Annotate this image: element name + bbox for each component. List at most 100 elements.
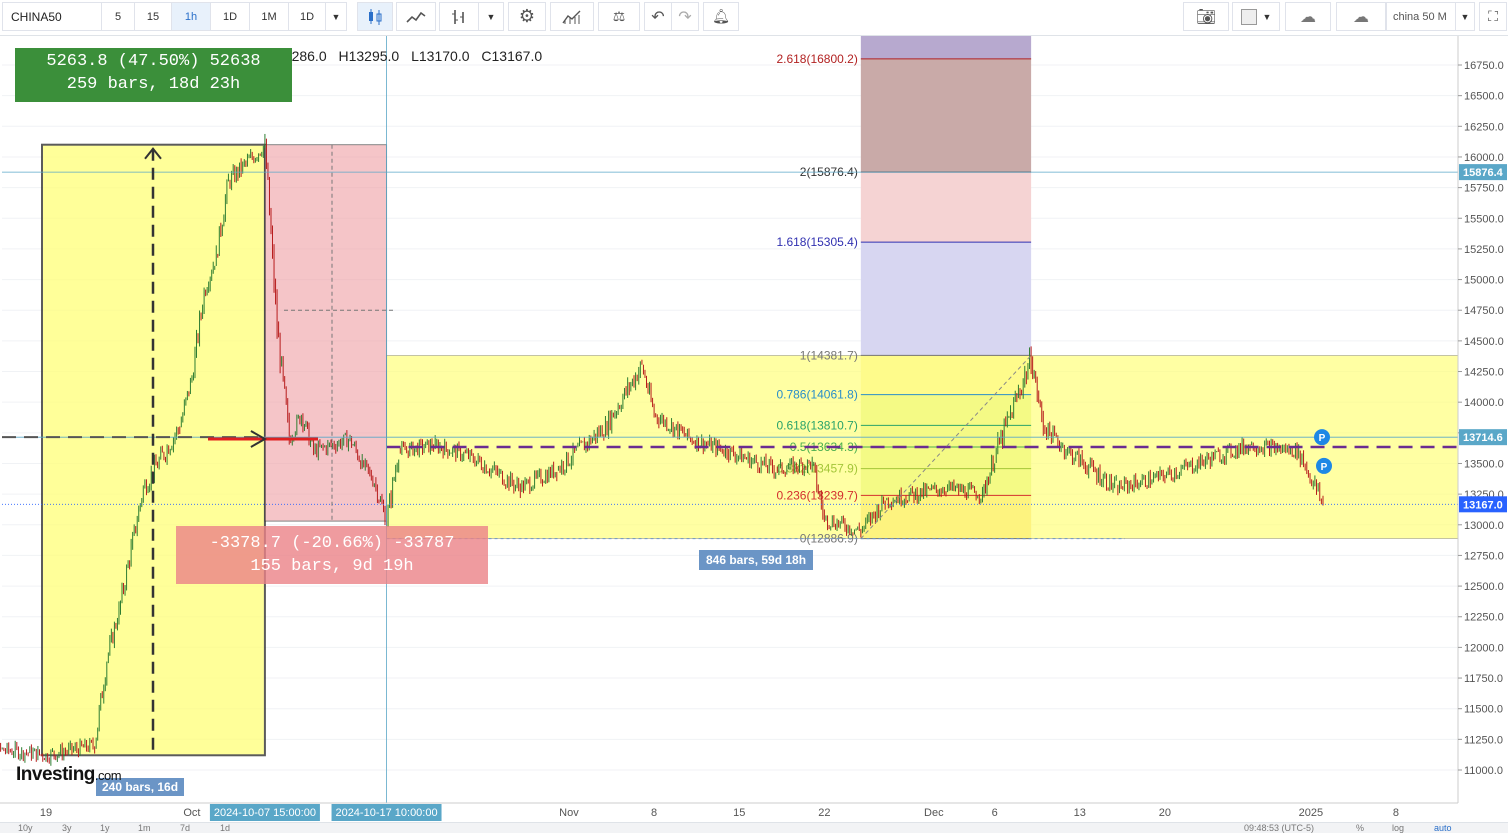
time-tick-label: 8 [1393,807,1399,819]
fib-level-label: 0.618(13810.7) [776,418,857,432]
price-tag-label: 13714.6 [1463,432,1503,444]
gear-icon: ⚙ [518,6,536,26]
interval-dropdown-button[interactable]: ▼ [325,2,347,31]
price-tick-label: 13000.0 [1464,520,1504,532]
measure-up-change: 5263.8 (47.50%) 52638 [46,52,261,71]
price-tick-label: 11250.0 [1464,734,1503,746]
price-tick-label: 14250.0 [1464,367,1504,379]
time-tick-label: 20 [1159,807,1171,819]
price-tick-label: 12250.0 [1464,612,1504,624]
chart-style-dropdown[interactable]: ▼ [478,2,504,31]
square-icon [1240,8,1257,25]
chevron-down-icon: ▼ [1460,11,1470,22]
price-tick-label: 14750.0 [1464,305,1504,317]
indicators-button[interactable] [550,2,594,31]
area-style-button[interactable] [396,2,436,31]
price-tag-label: 15876.4 [1463,167,1504,179]
layout-name-field[interactable]: china 50 M [1386,2,1456,31]
alert-button[interactable]: 🔔︎ [703,2,739,31]
undo-icon: ↶ [651,8,665,26]
price-tick-label: 15500.0 [1464,213,1504,225]
symbol-search-input[interactable]: CHINA50 [2,2,102,31]
price-tick-label: 11500.0 [1464,704,1503,716]
interval-custom-button[interactable]: 1D [288,2,326,31]
time-highlight-label: 2024-10-07 15:00:00 [214,807,316,819]
ohlc-low: L13170.0 [411,48,470,64]
fib-level-label: 1.618(15305.4) [776,235,857,249]
bottom-bar: 10y 3y 1y 1m 7d 1d 09:48:53 (UTC-5) % lo… [0,822,1508,833]
interval-1h-button[interactable]: 1h [171,2,211,31]
price-tick-label: 13500.0 [1464,458,1504,470]
color-picker-button[interactable]: ▼ [1232,2,1280,31]
price-tick-label: 12500.0 [1464,581,1504,593]
measure-down-box[interactable]: -3378.7 (-20.66%) -33787 155 bars, 9d 19… [176,526,488,584]
range-bars-label: 846 bars, 59d 18h [699,550,814,570]
chevron-down-icon: ▼ [1262,11,1272,22]
ohlc-legend: 13286.0 H13295.0 L13170.0 C13167.0 [276,48,550,64]
bell-icon: 🔔︎ [712,8,730,24]
measure-down-bars: 155 bars, 9d 19h [250,557,414,576]
time-tick-label: Dec [924,807,944,819]
screenshot-button[interactable]: 📷︎ [1183,2,1229,31]
candles-style-button[interactable] [357,2,393,31]
compare-button[interactable]: ⚖ [598,2,640,31]
ohlc-high: H13295.0 [338,48,400,64]
price-tick-label: 11750.0 [1464,673,1503,685]
fib-level-label: 0.786(14061.8) [776,388,857,402]
price-tick-label: 16750.0 [1464,60,1504,72]
redo-button[interactable]: ↷ [671,2,699,31]
time-tick-label: 6 [992,807,998,819]
redo-icon: ↷ [678,8,692,26]
undo-button[interactable]: ↶ [644,2,672,31]
cloud-download-icon: ☁ [1300,8,1316,26]
fib-level-label: 2.618(16800.2) [776,52,857,66]
fib-band [860,36,1032,59]
price-tick-label: 12750.0 [1464,550,1504,562]
indicators-icon [562,10,581,24]
fib-band [860,172,1032,243]
bars-icon [452,9,464,24]
scales-icon: ⚖ [612,8,626,24]
price-tick-label: 16500.0 [1464,91,1504,103]
measure-up-box[interactable]: 5263.8 (47.50%) 52638 259 bars, 18d 23h [15,48,292,102]
load-layout-button[interactable]: ☁ [1285,2,1331,31]
time-tick-label: 8 [651,807,657,819]
cloud-upload-icon: ☁ [1353,8,1369,26]
investing-logo: Investing.com [16,764,122,785]
price-tick-label: 14500.0 [1464,336,1504,348]
fullscreen-icon: ⛶ [1488,8,1498,24]
time-highlight-label: 2024-10-17 10:00:00 [335,807,437,819]
time-tick-label: Nov [559,807,579,819]
measure-up-bars: 259 bars, 18d 23h [66,75,241,94]
fib-band [860,242,1032,356]
price-chart[interactable]: 2.618(16800.2)2(15876.4)1.618(15305.4)1(… [0,36,1508,822]
camera-icon: 📷︎ [1195,8,1217,26]
ohlc-close: C13167.0 [481,48,543,64]
interval-1d-button[interactable]: 1D [210,2,250,31]
layout-dropdown[interactable]: ▼ [1455,2,1475,31]
price-tick-label: 16000.0 [1464,152,1504,164]
top-toolbar: CHINA50 5 15 1h 1D 1M 1D ▼ ▼ ⚙ ⚖ ↶ ↷ 🔔︎ … [0,0,1508,36]
interval-1m-button[interactable]: 1M [249,2,289,31]
time-tick-label: 22 [818,807,830,819]
price-tick-label: 12000.0 [1464,642,1504,654]
price-tick-label: 15000.0 [1464,275,1504,287]
bars-style-button[interactable] [439,2,479,31]
price-tag-label: 13167.0 [1463,499,1503,511]
fullscreen-button[interactable]: ⛶ [1479,2,1507,31]
chevron-down-icon: ▼ [486,11,496,22]
price-tick-label: 14000.0 [1464,397,1504,409]
time-tick-label: 2025 [1299,807,1323,819]
settings-button[interactable]: ⚙ [508,2,546,31]
time-tick-label: 19 [40,807,52,819]
interval-15-button[interactable]: 15 [134,2,172,31]
save-layout-button[interactable]: ☁ [1336,2,1386,31]
price-tick-label: 15250.0 [1464,244,1504,256]
interval-5-button[interactable]: 5 [101,2,135,31]
price-tick-label: 11000.0 [1464,765,1503,777]
time-tick-label: 13 [1074,807,1086,819]
fib-band [860,58,1032,173]
fib-level-label: 0.5(13634.3) [790,440,858,454]
candles-icon [369,8,382,25]
time-tick-label: Oct [183,807,200,819]
